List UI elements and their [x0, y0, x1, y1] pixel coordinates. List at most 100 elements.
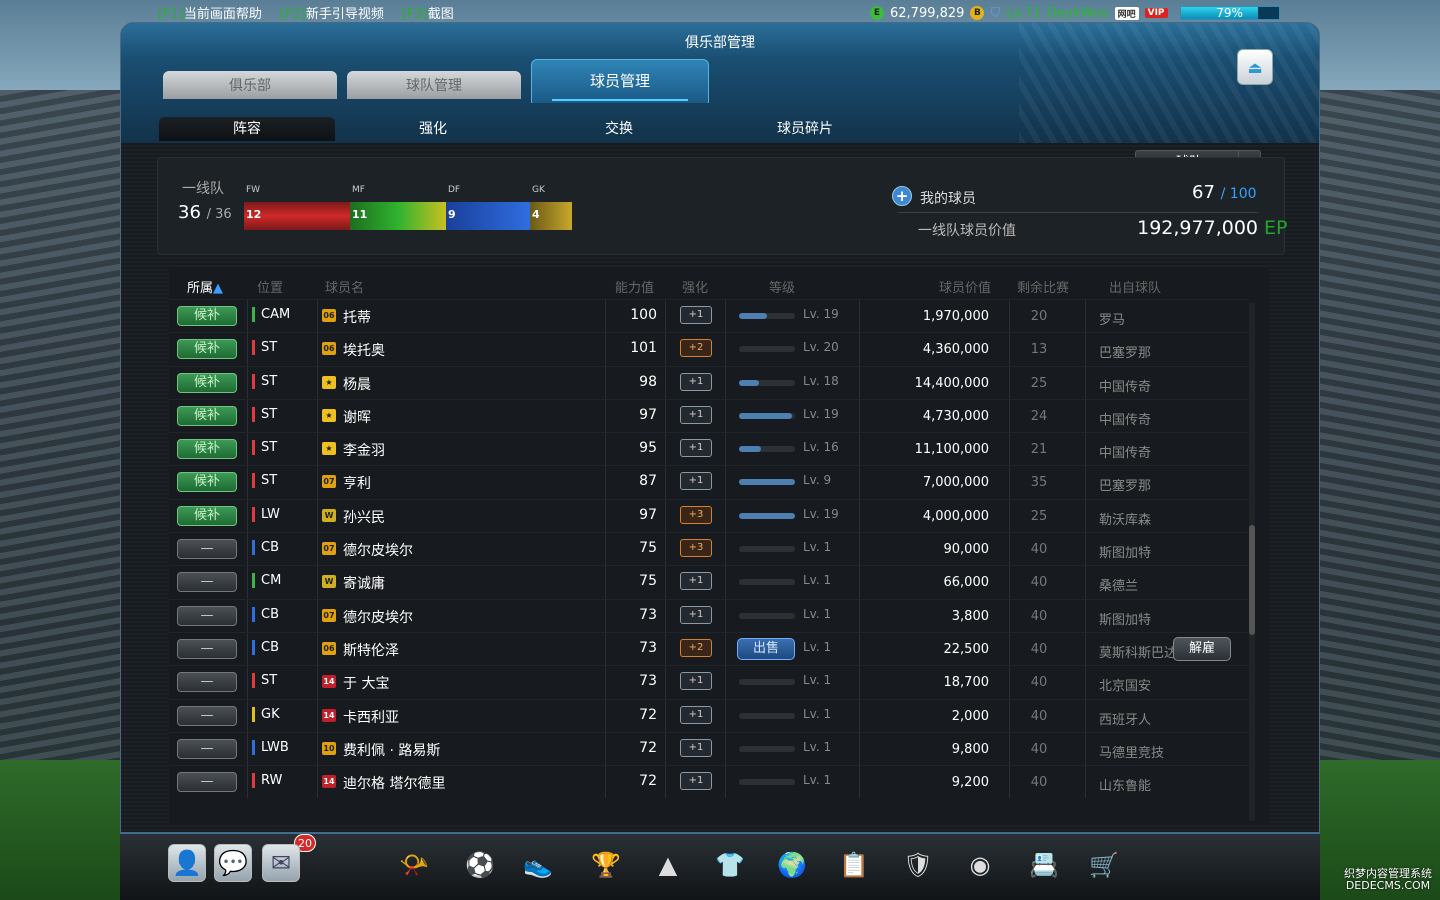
- table-row[interactable]: 候补 ST ★ 杨晨 98 +1 Lv. 18 14,400,000 25 中国传奇: [169, 365, 1249, 399]
- tab-club[interactable]: 俱乐部: [163, 71, 337, 99]
- subtab-exchange[interactable]: 交换: [531, 117, 707, 141]
- player-name[interactable]: 德尔皮埃尔: [343, 540, 413, 560]
- notepad-icon[interactable]: 📋: [834, 844, 874, 886]
- player-name[interactable]: 埃托奥: [343, 340, 385, 360]
- remaining-matches: 20: [1030, 309, 1048, 324]
- level-progress-bar: [739, 479, 795, 486]
- shop-cart-icon[interactable]: 🛒: [1084, 844, 1124, 886]
- table-row[interactable]: — RW 14 迪尔格 塔尔德里 72 +1 Lv. 1 9,200 40 山东鲁能: [169, 765, 1249, 799]
- player-name[interactable]: 谢晖: [343, 407, 371, 427]
- player-name[interactable]: 寄诚庸: [343, 573, 385, 593]
- table-row[interactable]: — CM W 寄诚庸 75 +1 Lv. 1 66,000 40 桑德兰: [169, 565, 1249, 599]
- player-name[interactable]: 托蒂: [343, 307, 371, 327]
- player-name[interactable]: 杨晨: [343, 374, 371, 394]
- ball-icon[interactable]: ⚽: [460, 844, 500, 886]
- table-row[interactable]: 候补 ST ★ 谢晖 97 +1 Lv. 19 4,730,000 24 中国传奇: [169, 398, 1249, 433]
- header-remaining[interactable]: 剩余比赛: [1017, 277, 1069, 296]
- table-row[interactable]: — ST 14 于 大宝 73 +1 Lv. 1 18,700 40 北京国安: [169, 665, 1249, 699]
- header-value[interactable]: 球员价值: [939, 277, 991, 296]
- header-enhance[interactable]: 强化: [682, 277, 708, 296]
- header-name[interactable]: 球员名: [325, 277, 364, 296]
- player-name[interactable]: 孙兴民: [343, 507, 385, 527]
- owner-tag[interactable]: 候补: [177, 405, 237, 426]
- subtab-enhance[interactable]: 强化: [345, 117, 521, 141]
- boots-icon[interactable]: 👟: [518, 844, 558, 886]
- enhance-level-badge: +1: [680, 306, 712, 324]
- card-pack-icon[interactable]: 🛡: [898, 844, 938, 886]
- eject-icon[interactable]: ⏏: [1237, 49, 1273, 85]
- add-player-icon[interactable]: +: [892, 186, 912, 206]
- player-name[interactable]: 于 大宝: [343, 673, 389, 693]
- globe-icon[interactable]: 🌍: [772, 844, 812, 886]
- player-name[interactable]: 费利佩 · 路易斯: [343, 740, 440, 760]
- whistle-icon[interactable]: 📯: [394, 844, 434, 886]
- column-divider: [665, 433, 666, 466]
- table-row[interactable]: — LWB 10 费利佩 · 路易斯 72 +1 Lv. 1 9,800 40 马德里竞技: [169, 731, 1249, 766]
- owner-tag[interactable]: —: [177, 638, 237, 659]
- header-level[interactable]: 等级: [769, 277, 795, 296]
- column-divider: [317, 732, 318, 766]
- guide-hotkey[interactable]: [F2]新手引导视频: [280, 3, 384, 23]
- player-name[interactable]: 卡西利亚: [343, 707, 399, 727]
- position-segment-count: 12: [246, 208, 262, 221]
- table-row[interactable]: 候补 ST ★ 李金羽 95 +1 Lv. 16 11,100,000 21 中国传奇: [169, 432, 1249, 466]
- profile-icon[interactable]: 👤: [168, 844, 206, 882]
- column-divider: [317, 433, 318, 466]
- table-row[interactable]: — CB 07 德尔皮埃尔 73 +1 Lv. 1 3,800 40 斯图加特: [169, 598, 1249, 632]
- header-position[interactable]: 位置: [257, 277, 283, 296]
- table-row[interactable]: 候补 CAM 06 托蒂 100 +1 Lv. 19 1,970,000 20 罗马: [169, 299, 1249, 333]
- sell-button[interactable]: 出售: [737, 637, 795, 660]
- level-progress-bar: [739, 546, 795, 553]
- column-divider: [605, 433, 606, 466]
- club-icon[interactable]: ◉: [960, 844, 1000, 886]
- header-owner[interactable]: 所属▲: [187, 277, 223, 296]
- owner-tag[interactable]: 候补: [177, 372, 237, 393]
- owner-tag[interactable]: 候补: [177, 505, 237, 526]
- owner-tag[interactable]: —: [177, 672, 237, 693]
- owner-tag[interactable]: —: [177, 772, 237, 793]
- player-name[interactable]: 亨利: [343, 473, 371, 493]
- table-row[interactable]: — CB 07 德尔皮埃尔 75 +3 Lv. 1 90,000 40 斯图加特: [169, 532, 1249, 566]
- owner-tag[interactable]: —: [177, 705, 237, 726]
- player-name[interactable]: 李金羽: [343, 440, 385, 460]
- column-divider: [1085, 433, 1086, 466]
- release-button[interactable]: 解雇: [1173, 636, 1231, 661]
- header-club[interactable]: 出自球队: [1109, 277, 1161, 296]
- column-divider: [605, 666, 606, 699]
- owner-tag[interactable]: —: [177, 605, 237, 626]
- screenshot-hotkey[interactable]: [F3]截图: [402, 3, 454, 23]
- stadium-stand-right: [1310, 90, 1440, 790]
- table-row[interactable]: 候补 ST 07 亨利 87 +1 Lv. 9 7,000,000 35 巴塞罗那: [169, 465, 1249, 499]
- scout-icon[interactable]: 📇: [1024, 844, 1064, 886]
- owner-tag[interactable]: 候补: [177, 439, 237, 460]
- player-name[interactable]: 迪尔格 塔尔德里: [343, 773, 445, 793]
- scrollbar-thumb[interactable]: [1249, 525, 1255, 635]
- table-row[interactable]: — GK 14 卡西利亚 72 +1 Lv. 1 2,000 40 西班牙人: [169, 698, 1249, 732]
- owner-tag[interactable]: 候补: [177, 472, 237, 493]
- header-ovr[interactable]: 能力值: [615, 277, 654, 296]
- tab-player-management[interactable]: 球员管理: [531, 59, 709, 103]
- table-row[interactable]: 候补 ST 06 埃托奥 101 +2 Lv. 20 4,360,000 13 巴塞罗那: [169, 332, 1249, 366]
- trophy-icon[interactable]: 🏆: [586, 844, 626, 886]
- column-divider: [725, 499, 726, 533]
- subtab-player-fragments[interactable]: 球员碎片: [717, 117, 893, 141]
- owner-tag[interactable]: 候补: [177, 339, 237, 360]
- tab-team-management[interactable]: 球队管理: [347, 71, 521, 99]
- subtab-lineup[interactable]: 阵容: [159, 117, 335, 141]
- owner-tag[interactable]: —: [177, 738, 237, 759]
- table-row[interactable]: — CB 06 斯特伦泽 73 +2 出售 Lv. 1 22,500 40 莫斯科斯巴达 解雇: [169, 631, 1249, 666]
- owner-tag[interactable]: 候补: [177, 306, 237, 326]
- owner-tag[interactable]: —: [177, 572, 237, 593]
- help-hotkey[interactable]: [F1]当前画面帮助: [158, 3, 262, 23]
- player-name[interactable]: 德尔皮埃尔: [343, 607, 413, 627]
- player-name[interactable]: 斯特伦泽: [343, 640, 399, 660]
- season-icon: ★: [322, 375, 336, 389]
- ranking-icon[interactable]: ▲: [648, 844, 688, 886]
- jersey-icon[interactable]: 👕: [710, 844, 750, 886]
- table-scrollbar[interactable]: [1249, 303, 1255, 821]
- table-row[interactable]: 候补 LW W 孙兴民 97 +3 Lv. 19 4,000,000 25 勒沃库森: [169, 498, 1249, 533]
- owner-tag[interactable]: —: [177, 539, 237, 560]
- mail-icon[interactable]: ✉: [262, 844, 300, 882]
- chat-icon[interactable]: 💬: [214, 844, 252, 882]
- player-level: Lv. 1: [803, 706, 832, 721]
